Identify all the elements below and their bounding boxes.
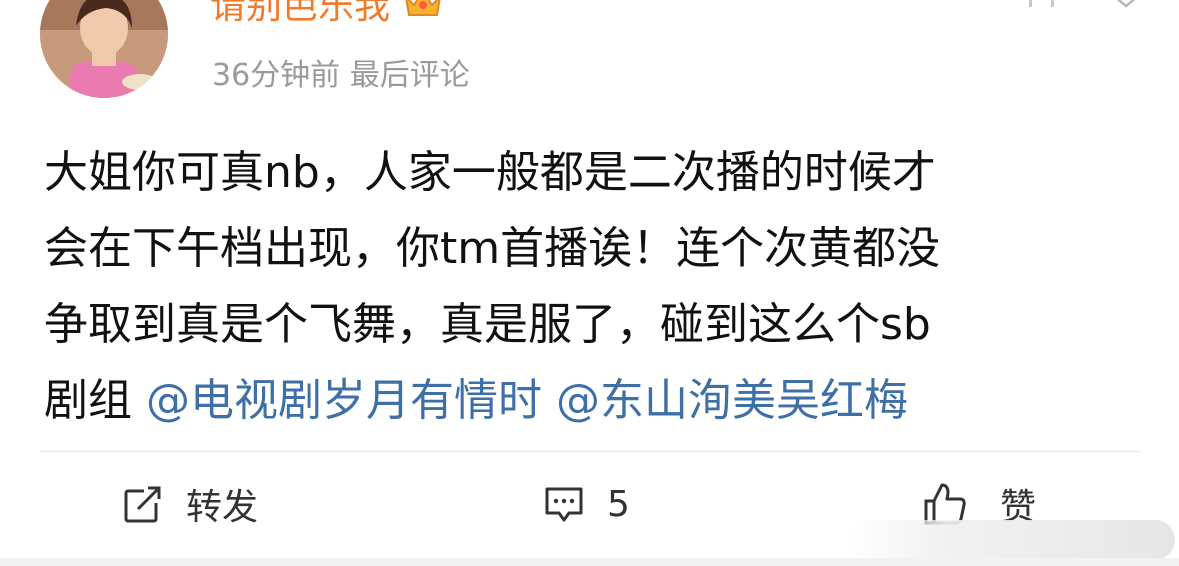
post-meta-label: 最后评论 (349, 58, 470, 93)
chevron-down-icon[interactable] (1113, 0, 1139, 13)
avatar-photo (40, 0, 168, 98)
top-right-controls (1029, 0, 1139, 13)
divider (40, 451, 1139, 452)
username[interactable]: 请别芭乐我 (210, 0, 390, 29)
post-content-last-line: 剧组 @电视剧岁月有情时 @东山洵美吴红梅 (44, 363, 1144, 439)
post-meta: 36分钟前 最后评论 (212, 50, 470, 94)
username-row: 请别芭乐我 (210, 0, 444, 28)
post-content-line: 争取到真是个飞舞，真是服了，碰到这么个sb (44, 299, 931, 350)
crown-icon (405, 0, 441, 16)
post-content: 大姐你可真nb，人家一般都是二次播的时候才 会在下午档出现，你tm首播诶！连个次… (44, 135, 1144, 439)
post-content-text: 剧组 (44, 375, 146, 426)
repost-button[interactable]: 转发 (122, 478, 258, 530)
more-menu-icon[interactable] (1029, 0, 1089, 13)
avatar[interactable] (40, 0, 168, 98)
comment-button[interactable]: 5 (543, 478, 630, 530)
scroll-indicator (845, 520, 1175, 560)
post-card: 请别芭乐我 36分钟前 最后评论 大姐你可真nb，人家一般都是二次播的时候才 会… (0, 0, 1179, 566)
comment-count: 5 (607, 483, 630, 525)
mention-link[interactable]: @电视剧岁月有情时 (146, 375, 542, 426)
mention-link[interactable]: @东山洵美吴红梅 (556, 375, 908, 426)
comment-icon (545, 487, 583, 522)
bottom-strip (0, 558, 1179, 566)
post-time: 36分钟前 (212, 58, 341, 93)
post-content-line: 会在下午档出现，你tm首播诶！连个次黄都没 (44, 223, 941, 274)
repost-icon (124, 485, 162, 523)
post-content-line: 大姐你可真nb，人家一般都是二次播的时候才 (44, 147, 936, 198)
repost-label: 转发 (186, 487, 259, 528)
